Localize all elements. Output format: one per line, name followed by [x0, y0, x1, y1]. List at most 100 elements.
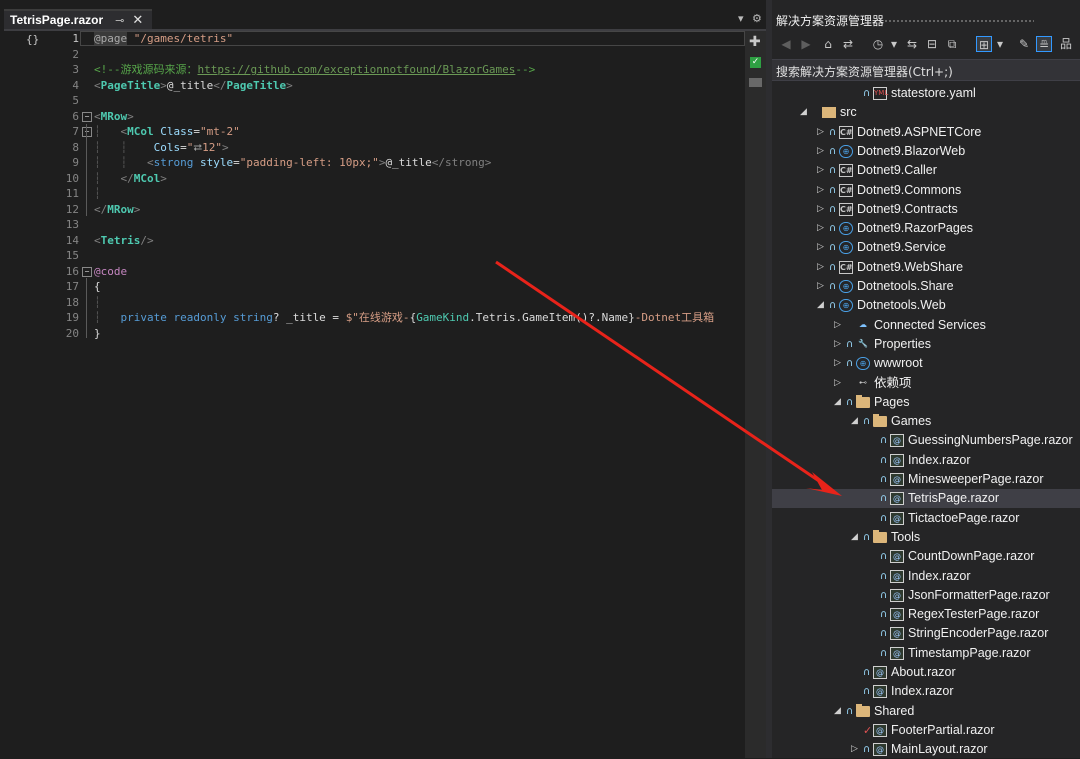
expanded-chevron-icon[interactable]: ◢	[800, 103, 807, 122]
forward-icon[interactable]: ▶	[798, 36, 814, 52]
switch-views-icon[interactable]: ⇄	[840, 36, 856, 52]
tree-item[interactable]: ▷ ∩ ⊕ Dotnet9.BlazorWeb	[772, 142, 1080, 161]
tree-item[interactable]: ∩ @ Index.razor	[772, 451, 1080, 470]
tree-item[interactable]: ▷ ∩ ⊕ Dotnet9.Service	[772, 238, 1080, 257]
tree-item[interactable]: ▷ ∩ C# Dotnet9.Commons	[772, 181, 1080, 200]
expanded-chevron-icon[interactable]: ◢	[851, 528, 858, 547]
no-issues-icon[interactable]: ✓	[750, 57, 761, 68]
collapse-toggle-icon[interactable]: −	[82, 266, 92, 277]
tree-item[interactable]: ▷ ☁ Connected Services	[772, 316, 1080, 335]
pending-changes-icon[interactable]: ≞	[1036, 36, 1052, 52]
tab-tetrispage[interactable]: TetrisPage.razor ⊸ ✕	[4, 9, 152, 29]
collapsed-chevron-icon[interactable]: ▷	[817, 142, 824, 161]
tree-item[interactable]: ✓ @ FooterPartial.razor	[772, 721, 1080, 740]
collapsed-chevron-icon[interactable]: ▷	[817, 181, 824, 200]
line-number: 1	[72, 32, 79, 45]
tree-item[interactable]: ▷ ∩ C# Dotnet9.WebShare	[772, 258, 1080, 277]
collapsed-chevron-icon[interactable]: ▷	[851, 740, 858, 759]
code-structure-icon[interactable]: {}	[26, 33, 39, 46]
collapsed-chevron-icon[interactable]: ▷	[817, 258, 824, 277]
web-icon: ⊕	[839, 144, 853, 158]
tree-item[interactable]: ∩ @ CountDownPage.razor	[772, 547, 1080, 566]
split-icon[interactable]: ✚	[749, 34, 761, 50]
tree-item[interactable]: ▷ ∩ C# Dotnet9.Contracts	[772, 200, 1080, 219]
show-all-files-icon[interactable]: ⧉	[944, 36, 960, 52]
collapse-all-icon[interactable]: ⊟	[924, 36, 940, 52]
collapsed-chevron-icon[interactable]: ▷	[834, 374, 841, 393]
collapsed-chevron-icon[interactable]: ▷	[817, 219, 824, 238]
tree-item[interactable]: ▷ ⊷ 依赖项	[772, 374, 1080, 393]
tree-item[interactable]: ∩ @ Index.razor	[772, 682, 1080, 701]
home-icon[interactable]: ⌂	[820, 36, 836, 52]
dropdown-icon[interactable]: ▾	[992, 36, 1008, 52]
web-icon: ⊕	[839, 299, 853, 313]
tree-item[interactable]: ▷ ∩ ⊕ Dotnet9.RazorPages	[772, 219, 1080, 238]
collapsed-chevron-icon[interactable]: ▷	[817, 277, 824, 296]
tree-item[interactable]: ◢ ∩ Games	[772, 412, 1080, 431]
collapse-toggle-icon[interactable]: −	[82, 127, 92, 137]
drag-grip[interactable]	[884, 19, 1034, 23]
collapsed-chevron-icon[interactable]: ▷	[817, 238, 824, 257]
collapsed-chevron-icon[interactable]: ▷	[834, 316, 841, 335]
expanded-chevron-icon[interactable]: ◢	[834, 393, 841, 412]
collapsed-chevron-icon[interactable]: ▷	[834, 335, 841, 354]
tree-item[interactable]: ∩ @ GuessingNumbersPage.razor	[772, 431, 1080, 450]
collapse-toggle-icon[interactable]: −	[82, 111, 92, 122]
tree-item[interactable]: ◢ ∩ Pages	[772, 393, 1080, 412]
lock-icon: ∩	[880, 435, 888, 447]
proj-icon: C#	[839, 202, 853, 216]
history-icon[interactable]: ◷	[870, 36, 886, 52]
tree-item[interactable]: ∩ @ MinesweeperPage.razor	[772, 470, 1080, 489]
gear-icon[interactable]: ⚙	[752, 12, 762, 25]
tab-dropdown-icon[interactable]: ▾	[738, 12, 744, 25]
code-editor[interactable]: TetrisPage.razor ⊸ ✕ ▾ ⚙ {} 1 2 3 4 5 6 …	[0, 0, 766, 758]
tree-item[interactable]: ◢ ∩ Shared	[772, 702, 1080, 721]
tree-item[interactable]: ∩ @ RegexTesterPage.razor	[772, 605, 1080, 624]
tree-item[interactable]: ◢ src	[772, 103, 1080, 122]
tree-item[interactable]: ▷ ∩ C# Dotnet9.ASPNETCore	[772, 123, 1080, 142]
collapsed-chevron-icon[interactable]: ▷	[834, 354, 841, 373]
tree-item[interactable]: ∩ @ JsonFormatterPage.razor	[772, 586, 1080, 605]
code-text[interactable]: @page "/games/tetris" <!--游戏源码来源：https:/…	[94, 31, 744, 341]
preview-selected-icon[interactable]: ⊞	[976, 36, 992, 52]
expanded-chevron-icon[interactable]: ◢	[817, 296, 824, 315]
search-input[interactable]: 搜索解决方案资源管理器(Ctrl+;)	[772, 59, 1080, 81]
tree-item[interactable]: ∩ @ StringEncoderPage.razor	[772, 624, 1080, 643]
tree-item[interactable]: ◢ ∩ ⊕ Dotnetools.Web	[772, 296, 1080, 315]
code-line: @page "/games/tetris"	[94, 32, 234, 45]
tree-item[interactable]: ◢ ∩ Tools	[772, 528, 1080, 547]
tree-item[interactable]: ▷ ∩ ⊕ Dotnetools.Share	[772, 277, 1080, 296]
lock-icon: ∩	[863, 88, 871, 99]
properties-icon[interactable]: ✎	[1016, 36, 1032, 52]
line-number: 2	[72, 47, 79, 61]
pin-icon[interactable]: ⊸	[115, 14, 124, 27]
new-view-icon[interactable]: 品	[1058, 36, 1074, 52]
collapsed-chevron-icon[interactable]: ▷	[817, 161, 824, 180]
scroll-thumb[interactable]	[749, 78, 762, 87]
tree-item[interactable]: ▷ ∩ C# Dotnet9.Caller	[772, 161, 1080, 180]
tree-item[interactable]: ∩ YML statestore.yaml	[772, 84, 1080, 103]
sync-icon[interactable]: ⇆	[904, 36, 920, 52]
tree-item[interactable]: ▷ ∩ @ MainLayout.razor	[772, 740, 1080, 759]
collapsed-chevron-icon[interactable]: ▷	[817, 200, 824, 219]
tree-item[interactable]: ▷ ∩ ⊕ wwwroot	[772, 354, 1080, 373]
code-line: ┆	[94, 187, 101, 200]
back-icon[interactable]: ◀	[778, 36, 794, 52]
collapsed-chevron-icon[interactable]: ▷	[817, 123, 824, 142]
expanded-chevron-icon[interactable]: ◢	[834, 702, 841, 721]
line-number: 5	[72, 94, 79, 107]
expanded-chevron-icon[interactable]: ◢	[851, 412, 858, 431]
tree-item[interactable]: ▷ ∩ 🔧 Properties	[772, 335, 1080, 354]
close-icon[interactable]: ✕	[132, 13, 143, 28]
tree-item[interactable]: ∩ @ TimestampPage.razor	[772, 644, 1080, 663]
dropdown-icon[interactable]: ▾	[886, 36, 902, 52]
props-icon: 🔧	[858, 338, 868, 348]
tree-item-label: RegexTesterPage.razor	[908, 607, 1040, 622]
tree-item[interactable]: ∩ @ TictactoePage.razor	[772, 509, 1080, 528]
editor-scrollbar[interactable]: ✚ ✓	[745, 31, 766, 758]
line-number: 10	[65, 171, 79, 185]
tree-item[interactable]: ∩ @ About.razor	[772, 663, 1080, 682]
tree-item[interactable]: ∩ @ TetrisPage.razor	[772, 489, 1080, 509]
tree-item[interactable]: ∩ @ Index.razor	[772, 567, 1080, 586]
